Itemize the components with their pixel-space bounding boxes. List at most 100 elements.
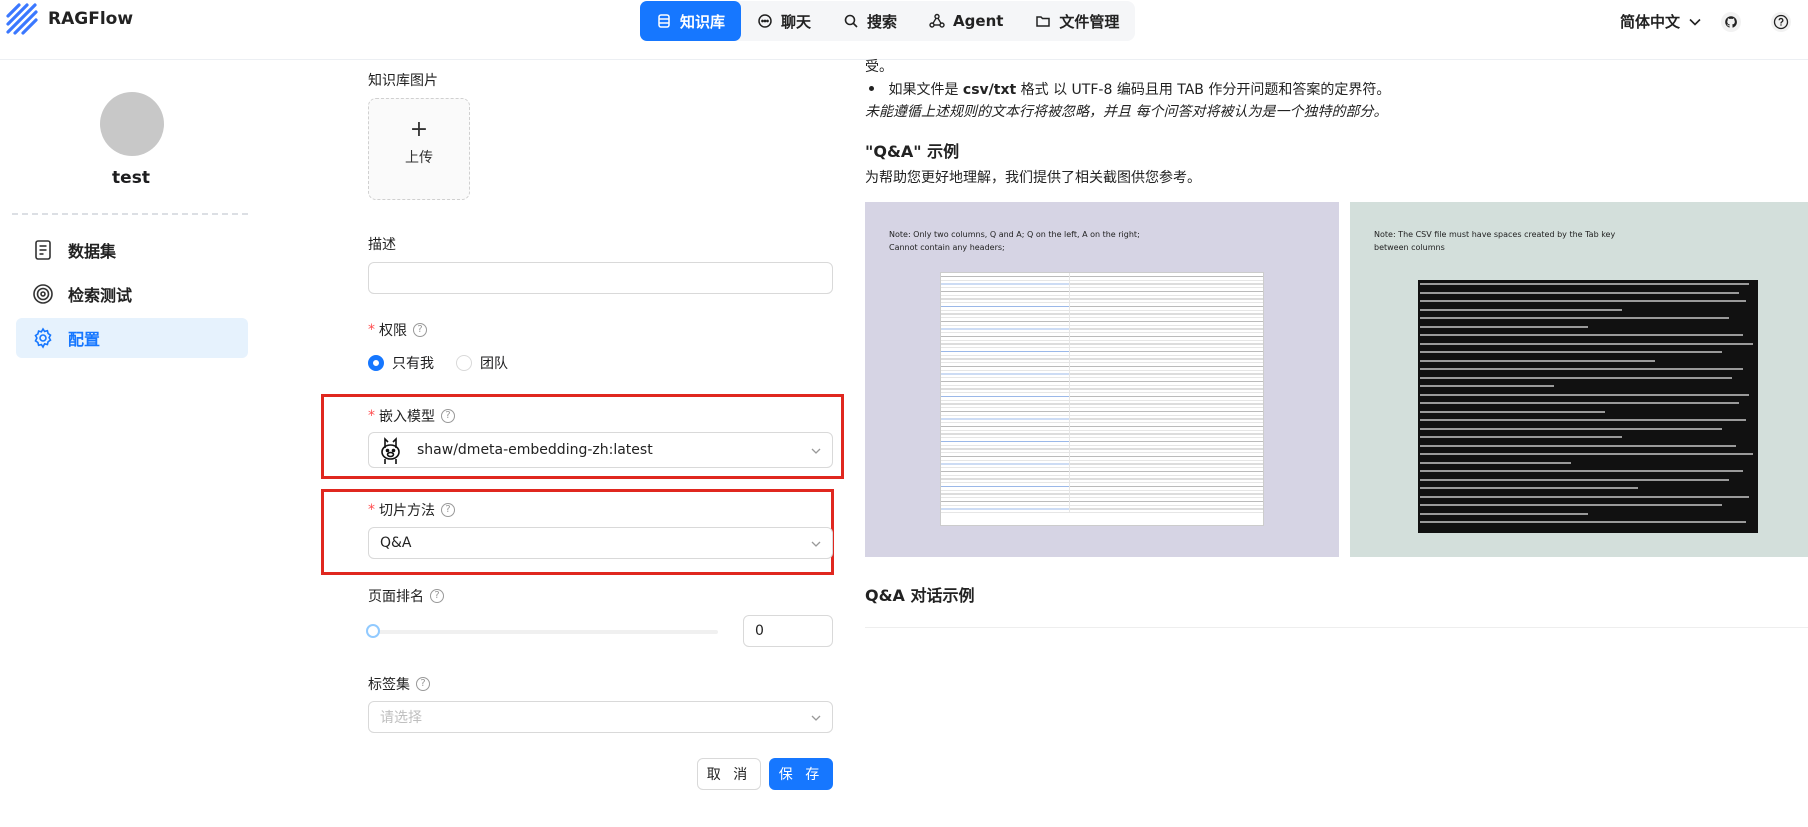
embedding-model-select[interactable]: shaw/dmeta-embedding-zh:latest bbox=[368, 432, 833, 468]
spreadsheet-row bbox=[941, 340, 1263, 348]
chat-icon bbox=[758, 14, 772, 28]
nav-search[interactable]: 搜索 bbox=[827, 1, 913, 41]
spreadsheet-row bbox=[941, 310, 1263, 318]
spreadsheet-cell bbox=[941, 423, 1070, 430]
terminal-text bbox=[1420, 402, 1740, 405]
spreadsheet-row bbox=[941, 393, 1263, 401]
question-circle-icon[interactable]: ? bbox=[441, 503, 455, 517]
terminal-line bbox=[1420, 348, 1756, 357]
nav-knowledge-base[interactable]: 知识库 bbox=[640, 1, 742, 41]
terminal-text bbox=[1420, 385, 1555, 388]
question-circle-icon[interactable]: ? bbox=[430, 589, 444, 603]
terminal-line bbox=[1420, 391, 1756, 400]
chevron-down-icon bbox=[811, 448, 821, 454]
ragflow-logo-icon[interactable] bbox=[5, 2, 39, 36]
terminal-line bbox=[1420, 323, 1756, 332]
spreadsheet-cell bbox=[1069, 370, 1263, 377]
radio-only-me-label[interactable]: 只有我 bbox=[392, 353, 434, 373]
spreadsheet-row bbox=[941, 445, 1263, 453]
terminal-line bbox=[1420, 450, 1756, 459]
chunk-method-label-text: 切片方法 bbox=[379, 503, 435, 519]
nav-label: 搜索 bbox=[867, 12, 898, 31]
spreadsheet-cell bbox=[1069, 273, 1263, 280]
section-divider bbox=[865, 627, 1808, 628]
spreadsheet-cell bbox=[1069, 415, 1263, 422]
github-icon[interactable] bbox=[1720, 11, 1742, 33]
terminal-line bbox=[1420, 416, 1756, 425]
spreadsheet-cell bbox=[941, 490, 1070, 497]
description-input[interactable] bbox=[368, 262, 833, 294]
page-rank-slider-track[interactable] bbox=[372, 630, 718, 634]
terminal-text bbox=[1420, 342, 1753, 345]
required-mark: * bbox=[368, 502, 375, 518]
terminal-text bbox=[1420, 325, 1588, 328]
spreadsheet-cell bbox=[1069, 468, 1263, 475]
spreadsheet-row bbox=[941, 430, 1263, 438]
question-circle-icon[interactable]: ? bbox=[441, 409, 455, 423]
terminal-line bbox=[1420, 433, 1756, 442]
required-mark: * bbox=[368, 408, 375, 424]
spreadsheet-cell bbox=[1069, 280, 1263, 287]
radio-team[interactable] bbox=[456, 355, 472, 371]
spreadsheet-cell bbox=[941, 295, 1070, 302]
chevron-down-icon bbox=[1689, 18, 1701, 26]
spreadsheet-cell bbox=[941, 303, 1070, 310]
kb-name: test bbox=[112, 168, 150, 188]
spreadsheet-row bbox=[941, 333, 1263, 341]
terminal-text bbox=[1420, 521, 1746, 524]
spreadsheet-cell bbox=[1069, 295, 1263, 302]
tag-set-select[interactable]: 请选择 bbox=[368, 701, 833, 733]
terminal-line bbox=[1420, 306, 1756, 315]
page-rank-input[interactable]: 0 bbox=[743, 615, 833, 647]
nav-file-management[interactable]: 文件管理 bbox=[1019, 1, 1135, 41]
sidebar-item-label: 检索测试 bbox=[68, 286, 133, 305]
image-note: Note: Only two columns, Q and A; Q on th… bbox=[889, 228, 1140, 254]
spreadsheet-cell bbox=[941, 393, 1070, 400]
chunk-method-label: * 切片方法 ? bbox=[368, 500, 455, 520]
spreadsheet-cell bbox=[1069, 460, 1263, 467]
radio-only-me[interactable] bbox=[368, 355, 384, 371]
terminal-line bbox=[1420, 510, 1756, 519]
qa-dialog-example-heading: Q&A 对话示例 bbox=[865, 586, 975, 605]
sidebar-item-dataset[interactable]: 数据集 bbox=[16, 230, 248, 270]
sidebar-item-config[interactable]: 配置 bbox=[16, 318, 248, 358]
chunk-method-select[interactable]: Q&A bbox=[368, 527, 833, 559]
page-rank-slider-handle[interactable] bbox=[366, 624, 380, 638]
nav-chat[interactable]: 聊天 bbox=[741, 1, 827, 41]
terminal-text bbox=[1420, 359, 1656, 362]
page-rank-label: 页面排名 ? bbox=[368, 586, 444, 606]
terminal-text bbox=[1420, 487, 1639, 490]
nav-agent[interactable]: Agent bbox=[913, 1, 1019, 41]
question-circle-icon[interactable]: ? bbox=[413, 323, 427, 337]
spreadsheet-row bbox=[941, 318, 1263, 326]
image-upload-button[interactable]: + 上传 bbox=[368, 98, 470, 200]
spreadsheet-cell bbox=[1069, 310, 1263, 317]
required-mark: * bbox=[368, 322, 375, 338]
chevron-down-icon bbox=[811, 715, 821, 721]
spreadsheet-cell bbox=[941, 280, 1070, 287]
spreadsheet-cell bbox=[1069, 393, 1263, 400]
spreadsheet-cell bbox=[941, 318, 1070, 325]
terminal-text bbox=[1420, 410, 1605, 413]
bullet-dot bbox=[869, 86, 874, 91]
spreadsheet-cell bbox=[1069, 423, 1263, 430]
spreadsheet-cell bbox=[941, 453, 1070, 460]
spreadsheet-cell bbox=[1069, 325, 1263, 332]
language-selector[interactable]: 简体中文 bbox=[1620, 11, 1702, 32]
spreadsheet-cell bbox=[941, 385, 1070, 392]
terminal-line bbox=[1420, 340, 1756, 349]
sidebar-item-retrieval-test[interactable]: 检索测试 bbox=[16, 274, 248, 314]
terminal-line bbox=[1420, 518, 1756, 527]
help-icon[interactable] bbox=[1770, 11, 1792, 33]
instruction-bullet: 如果文件是 csv/txt 格式 以 UTF-8 编码且用 TAB 作分开问题和… bbox=[865, 79, 1390, 99]
target-icon bbox=[33, 284, 53, 304]
ollama-icon bbox=[381, 437, 400, 464]
save-button[interactable]: 保 存 bbox=[769, 758, 833, 790]
brand-name[interactable]: RAGFlow bbox=[48, 9, 133, 29]
question-circle-icon[interactable]: ? bbox=[416, 677, 430, 691]
terminal-line bbox=[1420, 297, 1756, 306]
cancel-button[interactable]: 取 消 bbox=[697, 758, 761, 790]
radio-team-label[interactable]: 团队 bbox=[480, 353, 508, 373]
spreadsheet-cell bbox=[1069, 438, 1263, 445]
spreadsheet-cell bbox=[941, 498, 1070, 505]
